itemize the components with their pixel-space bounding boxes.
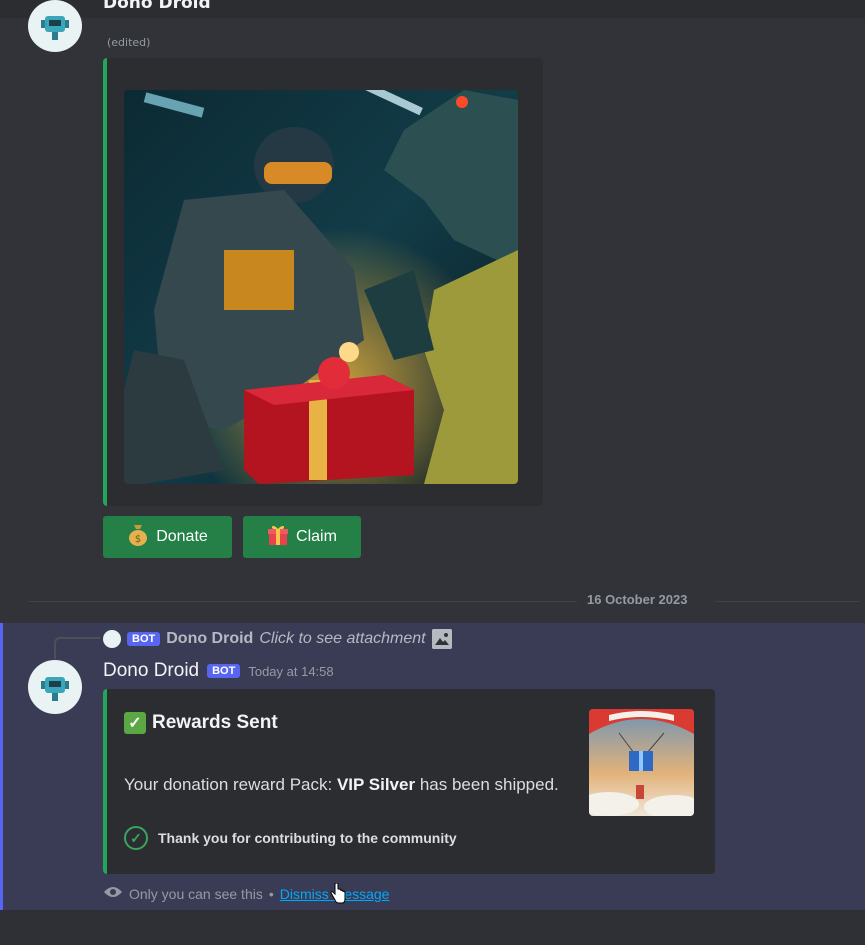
check-circle-icon: ✓ [124,826,148,850]
bot-tag: BOT [127,632,161,646]
robot-avatar-icon [41,677,69,701]
embed-description-suffix: has been shipped. [415,775,559,794]
embed-footer-text: Thank you for contributing to the commun… [158,830,457,846]
hand-cursor-icon [330,882,346,909]
message-author[interactable]: Dono Droid [103,660,199,682]
timestamp[interactable]: Today at 14:58 [248,664,333,679]
date-divider: 16 October 2023 [577,592,698,607]
separator: • [268,885,274,902]
gift-icon [267,524,289,551]
message-author[interactable]: Dono Droid [103,0,211,13]
money-bag-icon: $ [127,523,149,552]
claim-button[interactable]: Claim [243,516,361,558]
avatar[interactable] [28,0,82,52]
ephemeral-note: Only you can see this • Dismiss message [103,885,389,902]
embed-thumbnail[interactable] [589,709,694,816]
embed-title: ✓ Rewards Sent [124,712,278,734]
message-header: Dono Droid BOT Today at 14:58 [103,660,334,682]
donate-button-label: Donate [156,528,208,545]
embed-description-pack: VIP Silver [336,775,416,794]
bot-tag: BOT [207,664,241,678]
check-mark-icon: ✓ [124,712,146,734]
donate-button[interactable]: $ Donate [103,516,232,558]
avatar[interactable] [28,660,82,714]
claim-button-label: Claim [296,528,337,545]
reply-author[interactable]: Dono Droid [166,630,253,648]
embed-image[interactable] [124,90,518,484]
embed-footer: ✓ Thank you for contributing to the comm… [124,826,457,850]
image-icon [431,629,452,649]
bottom-bar [0,910,865,945]
divider-line-left [28,601,577,602]
reply-text[interactable]: Click to see attachment [259,630,425,648]
svg-text:$: $ [135,534,141,545]
embed-description: Your donation reward Pack: VIP Silver ha… [124,775,559,795]
divider-line-right [715,601,860,602]
embed-title-text: Rewards Sent [152,712,278,733]
edited-label: (edited) [107,36,151,49]
reply-preview[interactable]: BOT Dono Droid Click to see attachment [103,628,452,650]
robot-avatar-icon [41,16,69,40]
reply-spine [54,637,100,659]
ephemeral-note-text: Only you can see this [129,885,263,902]
embed-description-prefix: Your donation reward Pack: [124,775,337,794]
reply-avatar [103,630,121,648]
eye-icon [103,885,123,902]
